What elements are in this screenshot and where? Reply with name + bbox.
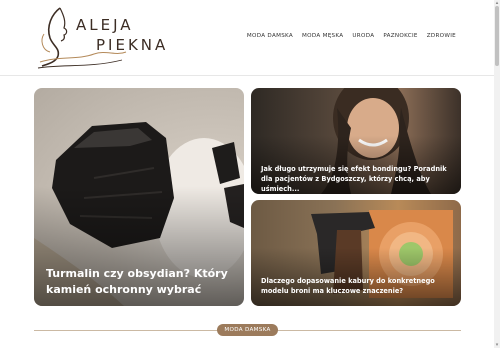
page-scrollbar[interactable]: ▴ ▾: [494, 0, 500, 348]
nav-item-zdrowie[interactable]: ZDROWIE: [427, 33, 456, 39]
logo-text-line1: ALEJA: [76, 16, 134, 34]
article-card[interactable]: Jak długo utrzymuje się efekt bondingu? …: [251, 88, 461, 194]
article-title[interactable]: Turmalin czy obsydian? Który kamień ochr…: [46, 266, 236, 298]
article-title[interactable]: Jak długo utrzymuje się efekt bondingu? …: [261, 164, 456, 194]
article-card[interactable]: Dlaczego dopasowanie kabury do konkretne…: [251, 200, 461, 306]
main-nav: MODA DAMSKA MODA MĘSKA URODA PAZNOKCIE Z…: [247, 33, 456, 39]
section-badge[interactable]: MODA DAMSKA: [217, 324, 278, 336]
scrollbar-thumb[interactable]: [495, 6, 499, 66]
site-logo[interactable]: ALEJA PIEKNA: [34, 4, 165, 72]
nav-item-uroda[interactable]: URODA: [352, 33, 374, 39]
site-header: ALEJA PIEKNA MODA DAMSKA MODA MĘSKA UROD…: [0, 0, 494, 76]
nav-item-paznokcie[interactable]: PAZNOKCIE: [383, 33, 417, 39]
nav-item-moda-meska[interactable]: MODA MĘSKA: [302, 33, 343, 39]
featured-article-card[interactable]: Turmalin czy obsydian? Który kamień ochr…: [34, 88, 244, 306]
logo-text-line2: PIEKNA: [96, 36, 169, 54]
nav-item-moda-damska[interactable]: MODA DAMSKA: [247, 33, 293, 39]
article-title[interactable]: Dlaczego dopasowanie kabury do konkretne…: [261, 276, 456, 296]
scroll-down-arrow-icon[interactable]: ▾: [494, 342, 500, 348]
